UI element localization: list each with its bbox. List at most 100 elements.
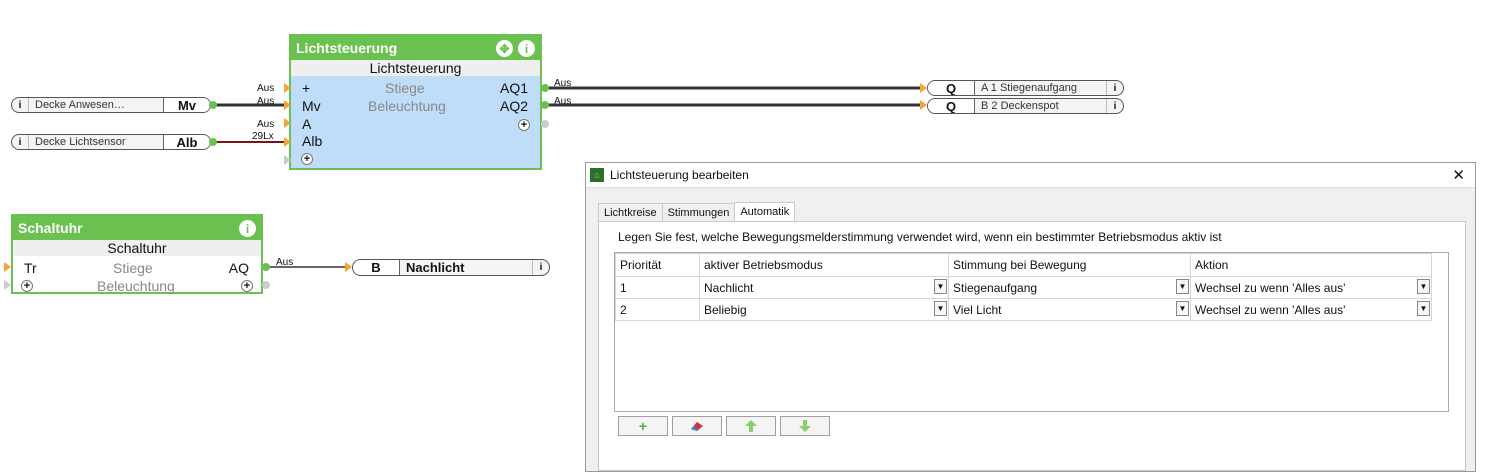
move-icon[interactable]: ✥ xyxy=(496,40,513,57)
input-port[interactable] xyxy=(284,137,291,147)
chevron-down-icon[interactable]: ▼ xyxy=(1176,279,1189,294)
move-up-button[interactable] xyxy=(726,416,776,436)
add-row-button[interactable]: + xyxy=(618,416,668,436)
chevron-down-icon[interactable]: ▼ xyxy=(1417,301,1430,316)
input-port[interactable] xyxy=(920,83,927,93)
block-header: Schaltuhr i xyxy=(13,216,261,240)
modus-select[interactable]: Beliebig ▼ xyxy=(699,298,949,321)
edit-dialog: ⌂ Lichtsteuerung bearbeiten ✕ Lichtkreis… xyxy=(585,162,1476,472)
close-icon[interactable]: ✕ xyxy=(1452,166,1465,184)
input-label-tr: Tr xyxy=(24,260,37,276)
column-header: aktiver Betriebsmodus xyxy=(699,253,949,277)
dialog-titlebar: ⌂ Lichtsteuerung bearbeiten ✕ xyxy=(586,163,1475,188)
input-port[interactable] xyxy=(284,118,291,128)
output-connector[interactable] xyxy=(541,84,549,92)
output-tag: Q xyxy=(928,99,975,113)
move-down-button[interactable] xyxy=(780,416,830,436)
lichtsteuerung-block[interactable]: Lichtsteuerung ✥ i Lichtsteuerung + Mv A… xyxy=(289,34,542,170)
value-label: Aus xyxy=(276,257,294,268)
input-label-mv: Mv xyxy=(302,98,321,114)
block-line2: Beleuchtung xyxy=(97,278,175,294)
input-decke-lichtsensor[interactable]: i Decke Lichtsensor Alb xyxy=(11,134,211,150)
input-decke-anwesen[interactable]: i Decke Anwesen… Mv xyxy=(11,97,211,113)
output-stiegenaufgang[interactable]: Q A 1 Stiegenaufgang i xyxy=(927,80,1124,96)
input-name: Decke Lichtsensor xyxy=(28,135,163,149)
output-connector-empty[interactable] xyxy=(541,120,549,128)
block-line1: Stiege xyxy=(385,80,425,96)
chevron-down-icon[interactable]: ▼ xyxy=(934,301,947,316)
value-label: Aus xyxy=(554,96,572,107)
info-icon[interactable]: i xyxy=(12,135,28,149)
table-row[interactable]: 2 Beliebig ▼ Viel Licht ▼ Wechsel zu wenn … xyxy=(615,298,1432,321)
output-name: A 1 Stiegenaufgang xyxy=(975,81,1107,95)
add-input-icon[interactable]: + xyxy=(21,280,33,292)
aktion-select[interactable]: Wechsel zu wenn 'Alles aus' ▼ xyxy=(1190,298,1432,321)
dialog-title: Lichtsteuerung bearbeiten xyxy=(610,168,749,182)
output-tag: B xyxy=(353,260,400,275)
value-label: Aus xyxy=(257,83,275,94)
output-nachlicht[interactable]: B Nachlicht i xyxy=(352,259,550,276)
column-header: Priorität xyxy=(615,253,700,277)
output-connector-empty[interactable] xyxy=(262,281,270,289)
info-icon[interactable]: i xyxy=(239,220,256,237)
input-port-empty[interactable] xyxy=(4,280,11,290)
output-label-aq: AQ xyxy=(228,260,249,276)
chevron-down-icon[interactable]: ▼ xyxy=(1176,301,1189,316)
output-deckenspot[interactable]: Q B 2 Deckenspot i xyxy=(927,98,1124,114)
input-port[interactable] xyxy=(284,83,291,93)
input-label-plus: + xyxy=(302,80,311,96)
schaltuhr-block[interactable]: Schaltuhr i Schaltuhr Tr Stiege Beleucht… xyxy=(11,214,263,294)
block-line2: Beleuchtung xyxy=(368,98,446,114)
input-label-alb: Alb xyxy=(302,133,323,149)
table-header-row: Priorität aktiver Betriebsmodus Stimmung… xyxy=(615,253,1432,277)
chevron-down-icon[interactable]: ▼ xyxy=(934,279,947,294)
add-input-icon[interactable]: + xyxy=(301,153,313,165)
output-name: B 2 Deckenspot xyxy=(975,99,1107,113)
eraser-icon xyxy=(691,422,703,431)
info-icon[interactable]: i xyxy=(1107,81,1123,95)
block-subtitle: Schaltuhr xyxy=(13,240,261,256)
arrow-up-icon xyxy=(745,420,757,432)
plus-icon: + xyxy=(638,418,648,434)
info-icon[interactable]: i xyxy=(533,260,549,275)
add-output-icon[interactable]: + xyxy=(241,280,253,292)
output-connector[interactable] xyxy=(541,101,549,109)
input-port[interactable] xyxy=(920,100,927,110)
value-label: 29Lx xyxy=(252,131,274,142)
stimmung-select[interactable]: Stiegenaufgang ▼ xyxy=(948,276,1191,299)
input-tag: Mv xyxy=(163,98,210,112)
modus-select[interactable]: Nachlicht ▼ xyxy=(699,276,949,299)
add-output-icon[interactable]: + xyxy=(518,119,530,131)
tab-lichtkreise[interactable]: Lichtkreise xyxy=(598,203,663,222)
chevron-down-icon[interactable]: ▼ xyxy=(1417,279,1430,294)
tab-stimmungen[interactable]: Stimmungen xyxy=(661,203,736,222)
tab-panel: Legen Sie fest, welche Bewegungsmelderst… xyxy=(598,221,1466,471)
tab-automatik[interactable]: Automatik xyxy=(734,202,796,223)
info-icon[interactable]: i xyxy=(1107,99,1123,113)
block-title: Schaltuhr xyxy=(18,220,83,236)
stimmung-select[interactable]: Viel Licht ▼ xyxy=(948,298,1191,321)
table-row[interactable]: 1 Nachlicht ▼ Stiegenaufgang ▼ Wechsel zu … xyxy=(615,276,1432,299)
delete-row-button[interactable] xyxy=(672,416,722,436)
aktion-select[interactable]: Wechsel zu wenn 'Alles aus' ▼ xyxy=(1190,276,1432,299)
output-connector[interactable] xyxy=(262,263,270,271)
table-toolbar: + xyxy=(618,416,830,436)
input-port-empty[interactable] xyxy=(284,155,291,165)
output-connector[interactable] xyxy=(209,101,217,109)
column-header: Aktion xyxy=(1190,253,1432,277)
output-connector[interactable] xyxy=(209,138,217,146)
input-port[interactable] xyxy=(4,262,11,272)
info-icon[interactable]: i xyxy=(12,98,28,112)
tab-bar: Lichtkreise Stimmungen Automatik xyxy=(598,201,796,223)
input-port[interactable] xyxy=(284,100,291,110)
input-port[interactable] xyxy=(345,262,352,272)
prio-cell: 1 xyxy=(615,276,700,299)
input-name: Decke Anwesen… xyxy=(28,98,163,112)
value-label: Aus xyxy=(554,78,572,89)
column-header: Stimmung bei Bewegung xyxy=(948,253,1191,277)
info-icon[interactable]: i xyxy=(518,40,535,57)
block-line1: Stiege xyxy=(113,260,153,276)
output-label-aq1: AQ1 xyxy=(499,80,528,96)
arrow-down-icon xyxy=(799,420,811,432)
output-name: Nachlicht xyxy=(400,260,533,275)
